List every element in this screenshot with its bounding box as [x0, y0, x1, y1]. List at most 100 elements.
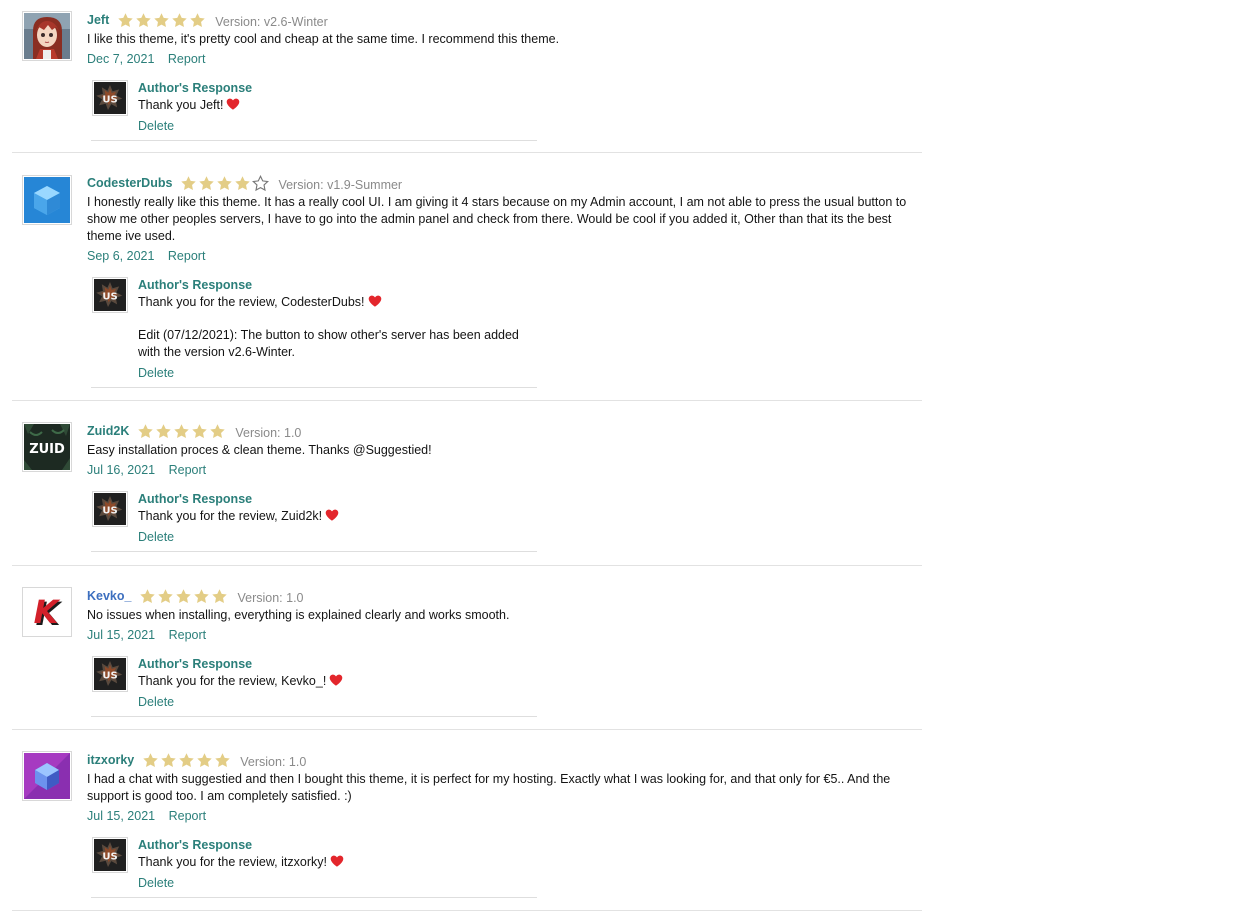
- review-username[interactable]: Jeft: [87, 13, 109, 27]
- delete-response-link[interactable]: Delete: [138, 694, 174, 711]
- star-filled-icon: [135, 12, 152, 29]
- star-filled-icon: [171, 12, 188, 29]
- response-text-line: Thank you for the review, itzxorky!: [138, 854, 537, 871]
- delete-response-link[interactable]: Delete: [138, 875, 174, 892]
- response-text: Thank you for the review, itzxorky!: [138, 855, 327, 869]
- review-version: Version: 1.0: [237, 590, 304, 605]
- avatar[interactable]: [22, 751, 72, 801]
- avatar[interactable]: [22, 11, 72, 61]
- author-avatar[interactable]: [92, 837, 128, 873]
- author-avatar[interactable]: [92, 656, 128, 692]
- avatar[interactable]: [22, 175, 72, 225]
- star-filled-icon: [209, 423, 226, 440]
- rating-stars: [180, 175, 269, 192]
- zuid-logo-text: ZUID: [29, 442, 65, 457]
- review-date-link[interactable]: Sep 6, 2021: [87, 249, 154, 263]
- review-text: I honestly really like this theme. It ha…: [87, 195, 907, 243]
- star-filled-icon: [211, 588, 228, 605]
- author-avatar[interactable]: [92, 277, 128, 313]
- delete-response-link[interactable]: Delete: [138, 365, 174, 382]
- star-filled-icon: [157, 588, 174, 605]
- heart-icon: [329, 674, 343, 686]
- response-text: Thank you for the review, Kevko_!: [138, 674, 327, 688]
- avatar[interactable]: K K: [22, 587, 72, 637]
- heart-icon: [368, 295, 382, 307]
- star-filled-icon: [155, 423, 172, 440]
- author-logo-image: [94, 493, 126, 525]
- author-response: Author's Response Thank you Jeft! Delete: [91, 80, 537, 141]
- rating-stars: [139, 588, 228, 605]
- star-empty-icon: [252, 175, 269, 192]
- review-username[interactable]: itzxorky: [87, 753, 134, 767]
- review-text: I had a chat with suggestied and then I …: [87, 772, 891, 803]
- author-logo-image: [94, 82, 126, 114]
- avatar[interactable]: ZUID: [22, 422, 72, 472]
- review-date-link[interactable]: Dec 7, 2021: [87, 52, 154, 66]
- review-username[interactable]: Kevko_: [87, 589, 131, 603]
- review-version: Version: 1.0: [240, 754, 307, 769]
- review-version: Version: v2.6-Winter: [215, 14, 328, 29]
- response-text-line: Thank you for the review, Kevko_!: [138, 673, 537, 690]
- star-filled-icon: [153, 12, 170, 29]
- reviews-list: Jeft Version: v2.6-Winter I like this th…: [12, 0, 922, 911]
- author-response: Author's Response Thank you for the revi…: [91, 277, 537, 388]
- rating-stars: [117, 12, 206, 29]
- response-title: Author's Response: [138, 838, 253, 852]
- star-filled-icon: [216, 175, 233, 192]
- response-title: Author's Response: [138, 492, 253, 506]
- review-version: Version: 1.0: [235, 425, 302, 440]
- author-response: Author's Response Thank you for the revi…: [91, 656, 537, 717]
- author-response: Author's Response Thank you for the revi…: [91, 837, 537, 898]
- report-link[interactable]: Report: [169, 628, 207, 642]
- review-username[interactable]: CodesterDubs: [87, 176, 172, 190]
- zuid-logo-image: ZUID: [24, 424, 70, 470]
- star-filled-icon: [139, 588, 156, 605]
- cube-avatar-image: [24, 177, 70, 223]
- response-title: Author's Response: [138, 278, 253, 292]
- review-date-link[interactable]: Jul 15, 2021: [87, 628, 155, 642]
- report-link[interactable]: Report: [168, 52, 206, 66]
- kevko-logo-image: K K: [24, 589, 70, 635]
- star-filled-icon: [137, 423, 154, 440]
- delete-response-link[interactable]: Delete: [138, 118, 174, 135]
- rating-stars: [142, 752, 231, 769]
- star-filled-icon: [189, 12, 206, 29]
- report-link[interactable]: Report: [169, 463, 207, 477]
- report-link[interactable]: Report: [169, 809, 207, 823]
- star-filled-icon: [193, 588, 210, 605]
- star-filled-icon: [180, 175, 197, 192]
- review-username[interactable]: Zuid2K: [87, 424, 129, 438]
- star-filled-icon: [142, 752, 159, 769]
- review-item: K K Kevko_ Version: 1.0 No issues when i…: [12, 566, 922, 730]
- delete-response-link[interactable]: Delete: [138, 529, 174, 546]
- review-date-link[interactable]: Jul 16, 2021: [87, 463, 155, 477]
- author-response: Author's Response Thank you for the revi…: [91, 491, 537, 552]
- author-avatar[interactable]: [92, 80, 128, 116]
- star-filled-icon: [178, 752, 195, 769]
- review-date-link[interactable]: Jul 15, 2021: [87, 809, 155, 823]
- response-text-line: Thank you for the review, Zuid2k!: [138, 508, 537, 525]
- star-filled-icon: [160, 752, 177, 769]
- review-item: CodesterDubs Version: v1.9-Summer I hone…: [12, 153, 922, 401]
- author-logo-image: [94, 839, 126, 871]
- star-filled-icon: [196, 752, 213, 769]
- report-link[interactable]: Report: [168, 249, 206, 263]
- review-text: No issues when installing, everything is…: [87, 608, 510, 622]
- purple-cube-avatar-image: [24, 753, 70, 799]
- heart-icon: [325, 509, 339, 521]
- author-logo-image: [94, 279, 126, 311]
- response-text: Thank you for the review, CodesterDubs!: [138, 295, 365, 309]
- star-filled-icon: [191, 423, 208, 440]
- star-filled-icon: [175, 588, 192, 605]
- review-item: ZUID Zuid2K Version: 1.0 Easy installati…: [12, 401, 922, 566]
- rating-stars: [137, 423, 226, 440]
- author-avatar[interactable]: [92, 491, 128, 527]
- response-title: Author's Response: [138, 657, 253, 671]
- star-filled-icon: [198, 175, 215, 192]
- star-filled-icon: [173, 423, 190, 440]
- response-text: Thank you Jeft!: [138, 98, 224, 112]
- review-version: Version: v1.9-Summer: [278, 177, 403, 192]
- heart-icon: [226, 98, 240, 110]
- star-filled-icon: [234, 175, 251, 192]
- response-text-line: Thank you for the review, CodesterDubs!: [138, 294, 537, 311]
